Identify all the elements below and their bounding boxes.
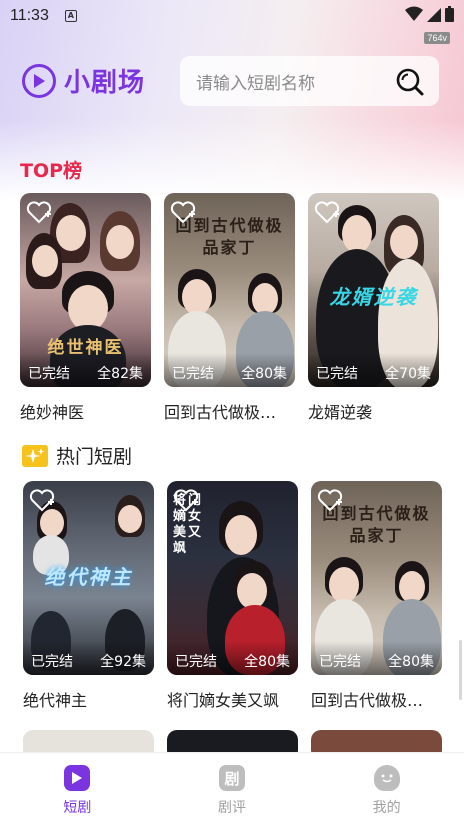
app-logo: 小剧场 — [22, 62, 145, 99]
drama-episodes: 全80集 — [244, 654, 290, 670]
favorite-add-icon[interactable] — [28, 486, 56, 514]
drama-card[interactable]: 龙婿逆袭 已完结 全70集 龙婿逆袭 — [308, 193, 439, 423]
sparkle-icon — [22, 444, 48, 467]
top-drama-list: 绝世神医 已完结 全82集 绝妙神医 回到古代做极品家丁 已完结 全80集 回到… — [20, 193, 452, 423]
nav-item-mine[interactable]: 我的 — [309, 753, 464, 824]
profile-icon — [373, 765, 400, 791]
wifi-icon — [405, 6, 423, 21]
section-title-hot-label: 热门短剧 — [56, 446, 133, 468]
battery-icon — [445, 6, 454, 22]
drama-episodes: 全92集 — [100, 654, 146, 670]
drama-episodes: 全80集 — [241, 366, 287, 382]
poster-info-bar: 已完结 全80集 — [167, 641, 298, 675]
section-title-hot: 热门短剧 — [22, 442, 132, 469]
app-header: 小剧场 请输入短剧名称 — [0, 54, 464, 106]
play-icon — [64, 765, 91, 791]
drama-poster[interactable]: 绝代神主 已完结 全92集 — [23, 481, 154, 675]
poster-info-bar: 已完结 全92集 — [23, 641, 154, 675]
drama-episodes: 全82集 — [97, 366, 143, 382]
status-icons — [405, 6, 454, 22]
drama-poster[interactable]: 将门嫡女美又飒 已完结 全80集 — [167, 481, 298, 675]
drama-poster[interactable]: 绝世神医 已完结 全82集 — [20, 193, 151, 387]
status-time: 11:33 — [10, 7, 49, 24]
bottom-nav: 短剧 剧 剧评 我的 — [0, 752, 464, 824]
drama-title[interactable]: 龙婿逆袭 — [308, 399, 439, 423]
drama-status: 已完结 — [175, 654, 217, 670]
drama-card[interactable]: 回到古代做极品家丁 已完结 全80集 回到古代做极… — [311, 481, 442, 711]
network-speed-badge: 764v — [424, 32, 450, 44]
poster-info-bar: 已完结 全82集 — [20, 353, 151, 387]
nav-item-review[interactable]: 剧 剧评 — [155, 753, 310, 824]
drama-title[interactable]: 将门嫡女美又飒 — [167, 687, 298, 711]
drama-title[interactable]: 回到古代做极… — [311, 687, 442, 711]
drama-episodes: 全70集 — [385, 366, 431, 382]
nav-label: 短剧 — [63, 800, 92, 816]
logo-play-icon — [22, 63, 56, 98]
hot-drama-list: 绝代神主 已完结 全92集 绝代神主 将门嫡女美又飒 已完结 全80集 将门嫡女… — [23, 481, 455, 711]
drama-status: 已完结 — [316, 366, 358, 382]
poster-info-bar: 已完结 全80集 — [164, 353, 295, 387]
poster-info-bar: 已完结 全80集 — [311, 641, 442, 675]
search-icon[interactable] — [395, 67, 425, 97]
favorite-add-icon[interactable] — [316, 486, 344, 514]
nav-label: 剧评 — [218, 800, 246, 816]
scrollbar[interactable] — [459, 640, 462, 700]
search-input[interactable]: 请输入短剧名称 — [196, 69, 315, 94]
search-box[interactable]: 请输入短剧名称 — [180, 56, 439, 106]
drama-status: 已完结 — [319, 654, 361, 670]
drama-poster[interactable]: 回到古代做极品家丁 已完结 全80集 — [311, 481, 442, 675]
drama-card[interactable]: 绝代神主 已完结 全92集 绝代神主 — [23, 481, 154, 711]
drama-card[interactable]: 回到古代做极品家丁 已完结 全80集 回到古代做极… — [164, 193, 295, 423]
favorite-add-icon[interactable] — [313, 198, 341, 226]
drama-status: 已完结 — [28, 366, 70, 382]
status-bar: 11:33 A — [0, 0, 464, 32]
app-name: 小剧场 — [64, 68, 146, 98]
favorite-add-icon[interactable] — [169, 198, 197, 226]
drama-title[interactable]: 回到古代做极… — [164, 399, 295, 423]
nav-label: 我的 — [372, 800, 401, 816]
notification-a-icon: A — [64, 10, 77, 22]
drama-card[interactable]: 绝世神医 已完结 全82集 绝妙神医 — [20, 193, 151, 423]
drama-poster[interactable]: 回到古代做极品家丁 已完结 全80集 — [164, 193, 295, 387]
favorite-add-icon[interactable] — [25, 198, 53, 226]
drama-poster[interactable]: 龙婿逆袭 已完结 全70集 — [308, 193, 439, 387]
poster-info-bar: 已完结 全70集 — [308, 353, 439, 387]
drama-card[interactable]: 将门嫡女美又飒 已完结 全80集 将门嫡女美又飒 — [167, 481, 298, 711]
poster-title: 龙婿逆袭 — [329, 285, 418, 309]
section-title-top: TOP榜 — [20, 160, 83, 182]
poster-title: 绝代神主 — [44, 565, 133, 589]
drama-title[interactable]: 绝妙神医 — [20, 399, 151, 423]
favorite-add-icon[interactable] — [172, 486, 200, 514]
drama-episodes: 全80集 — [388, 654, 434, 670]
drama-status: 已完结 — [172, 366, 214, 382]
drama-status: 已完结 — [31, 654, 73, 670]
signal-icon — [427, 8, 441, 22]
drama-title[interactable]: 绝代神主 — [23, 687, 154, 711]
nav-item-short-drama[interactable]: 短剧 — [0, 753, 155, 824]
review-icon: 剧 — [219, 765, 245, 791]
